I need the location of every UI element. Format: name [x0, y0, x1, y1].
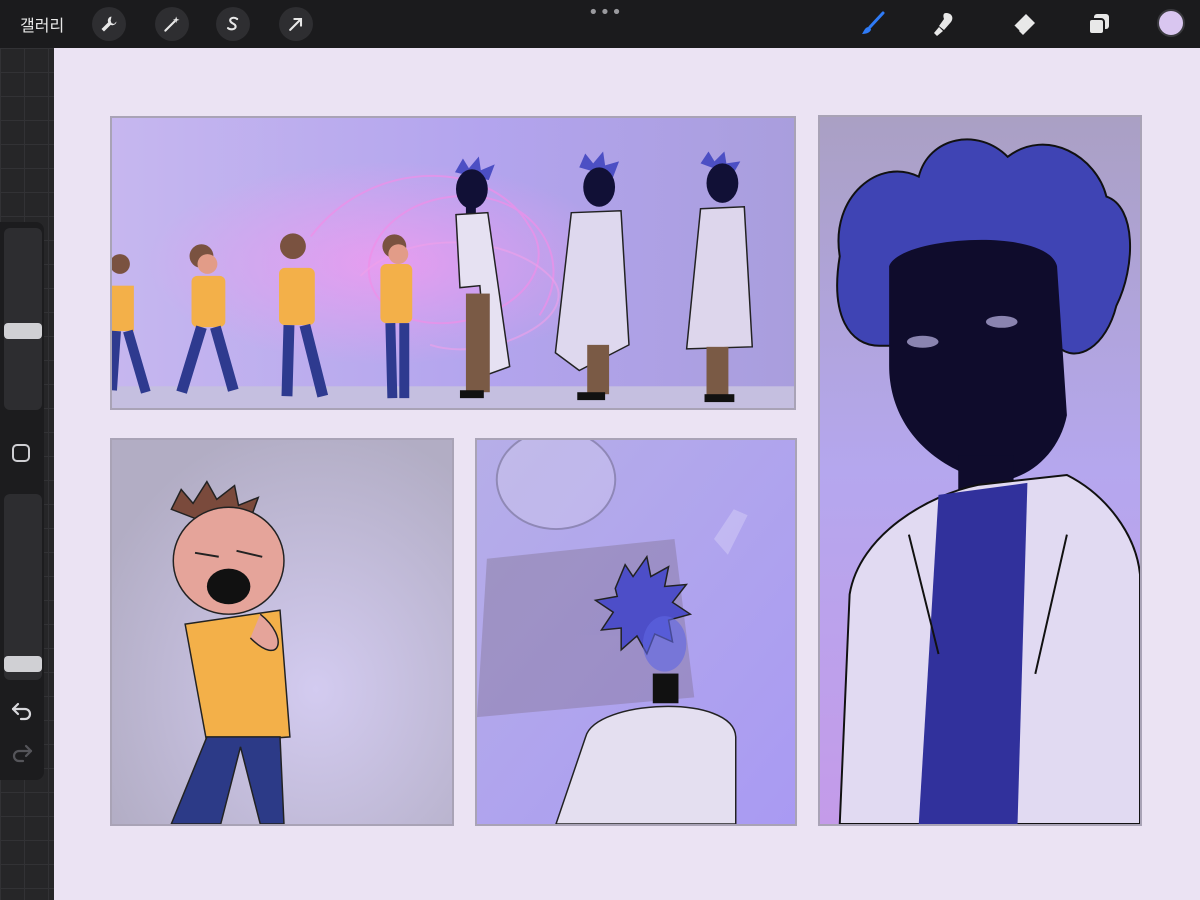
selection-s-icon	[226, 16, 239, 31]
opacity-thumb[interactable]	[4, 656, 42, 672]
layers-icon	[1088, 14, 1109, 35]
layers-button[interactable]	[1083, 8, 1115, 40]
modify-square-icon[interactable]	[12, 444, 30, 462]
wrench-icon	[101, 16, 117, 32]
actions-button[interactable]	[92, 7, 126, 41]
opacity-slider[interactable]	[4, 494, 42, 680]
magic-wand-icon	[164, 16, 180, 32]
brush-size-slider[interactable]	[4, 228, 42, 410]
color-picker-button[interactable]	[1157, 9, 1185, 37]
redo-icon[interactable]	[10, 740, 34, 764]
eraser-button[interactable]	[1008, 8, 1040, 40]
eraser-icon	[1013, 14, 1035, 35]
lineup-illustration	[112, 118, 794, 408]
boy-illustration	[112, 440, 452, 824]
gallery-button[interactable]: 갤러리	[20, 12, 64, 36]
brush-size-thumb[interactable]	[4, 323, 42, 339]
top-toolbar: 갤러리 •••	[0, 0, 1200, 48]
left-sidebar	[0, 222, 44, 780]
figure-back-illustration	[477, 440, 795, 824]
smudge-icon	[934, 13, 953, 36]
transform-button[interactable]	[279, 7, 313, 41]
smudge-button[interactable]	[928, 8, 960, 40]
figure-back-panel	[475, 438, 797, 826]
more-options-handle[interactable]: •••	[588, 2, 623, 23]
boy-panel	[110, 438, 454, 826]
shadow-face-panel	[818, 115, 1142, 826]
shadow-face-illustration	[820, 117, 1140, 824]
undo-icon[interactable]	[10, 698, 34, 722]
drawing-canvas[interactable]	[54, 48, 1200, 900]
lineup-panel	[110, 116, 796, 410]
brush-icon	[862, 11, 885, 34]
brush-button[interactable]	[857, 8, 889, 40]
arrow-cursor-icon	[289, 17, 303, 31]
selection-button[interactable]	[216, 7, 250, 41]
adjustments-button[interactable]	[155, 7, 189, 41]
